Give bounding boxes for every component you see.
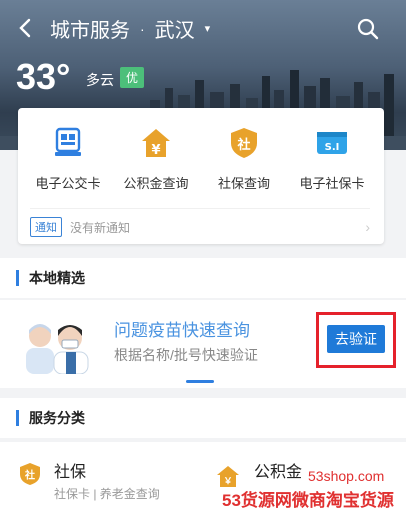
service-social-security[interactable]: 社 [18, 462, 42, 491]
quick-housing-fund[interactable]: ¥ 公积金查询 [112, 126, 200, 192]
watermark-text: 53货源网微商淘宝货源 [222, 491, 394, 510]
section-accent [16, 270, 19, 286]
svg-text:¥: ¥ [151, 143, 160, 158]
service-subtitle[interactable]: 社保卡 | 养老金查询 [54, 485, 160, 502]
watermark-site: 53shop.com [308, 468, 385, 484]
svg-text:S.I: S.I [325, 142, 340, 153]
bus-card-icon [55, 127, 81, 156]
services-section-header: 服务分类 [0, 398, 406, 438]
quick-label: 公积金查询 [123, 176, 189, 191]
promo-title: 问题疫苗快速查询 [114, 321, 250, 340]
verify-button[interactable]: 去验证 [327, 325, 385, 353]
carousel-indicator [186, 380, 214, 383]
chevron-right-icon: › [365, 219, 370, 235]
section-accent [16, 410, 19, 426]
housing-fund-icon: ￥ [217, 466, 239, 487]
title-text: 城市服务 [50, 20, 130, 42]
section-title: 服务分类 [29, 410, 85, 426]
social-security-card-icon: S.I [317, 132, 347, 154]
quick-bus-card[interactable]: 电子公交卡 [24, 126, 112, 192]
promo-subtitle: 根据名称/批号快速验证 [114, 347, 258, 363]
doctor-illustration-icon [26, 324, 89, 374]
svg-text:社: 社 [236, 137, 250, 153]
local-section-header: 本地精选 [0, 258, 406, 298]
weather-condition: 多云 [86, 72, 114, 88]
notice-tag: 通知 [30, 217, 62, 237]
title-separator: · [140, 20, 145, 37]
search-icon[interactable] [356, 17, 380, 41]
service-title[interactable]: 公积金 [254, 458, 302, 482]
quick-label: 社保查询 [217, 176, 270, 191]
notice-text: 没有新通知 [70, 220, 131, 235]
quick-label: 电子社保卡 [299, 176, 365, 191]
quick-label: 电子公交卡 [35, 176, 101, 191]
service-icon-text: 社 [24, 469, 35, 482]
air-quality-badge: 优 [120, 67, 145, 88]
section-title: 本地精选 [29, 270, 85, 286]
city-selector[interactable]: 武汉 [155, 14, 195, 43]
quick-social-security[interactable]: 社 社保查询 [200, 126, 288, 192]
notice-bar[interactable]: 通知 没有新通知 › [30, 208, 370, 237]
back-arrow-icon[interactable] [14, 16, 38, 40]
social-security-icon: 社 [231, 128, 257, 158]
quick-actions-card: 电子公交卡 ¥ 公积金查询 社 社保查询 S.I 电子社保卡 通知 没有新通知 … [18, 108, 384, 244]
service-title[interactable]: 社保 [54, 458, 86, 482]
social-security-icon: 社 [20, 463, 40, 485]
page-title[interactable]: 城市服务 · 武汉 ▾ [50, 14, 210, 43]
housing-fund-icon: ¥ [142, 129, 170, 158]
chevron-down-icon[interactable]: ▾ [205, 22, 211, 35]
quick-social-security-card[interactable]: S.I 电子社保卡 [288, 126, 376, 192]
temperature: 33° [16, 56, 71, 97]
verify-highlight-box: 去验证 [316, 312, 396, 368]
